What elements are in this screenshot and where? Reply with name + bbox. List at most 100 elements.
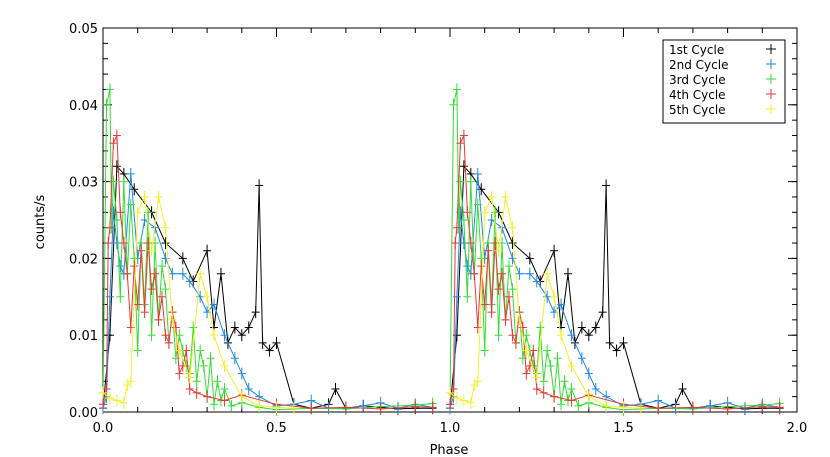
- data-point: [591, 321, 600, 334]
- data-point: [557, 329, 566, 342]
- data-point: [546, 359, 555, 372]
- data-point: [557, 398, 566, 411]
- data-point: [244, 321, 253, 334]
- data-point: [258, 336, 267, 349]
- x-tick-label: 0.5: [266, 421, 287, 436]
- data-point: [151, 267, 160, 280]
- data-point: [116, 290, 125, 303]
- data-point: [192, 375, 201, 388]
- data-point: [178, 267, 187, 280]
- series-5: [99, 190, 645, 415]
- series-1: [99, 160, 784, 415]
- data-point: [185, 382, 194, 395]
- series-line: [102, 135, 433, 410]
- data-point: [192, 386, 201, 399]
- data-point: [612, 344, 621, 357]
- series-line: [449, 173, 780, 410]
- x-tick-label: 1.5: [613, 421, 634, 436]
- data-point: [175, 367, 184, 380]
- data-point: [494, 283, 503, 296]
- data-point: [525, 267, 534, 280]
- x-axis-label: Phase: [430, 443, 469, 457]
- data-point: [706, 399, 715, 412]
- data-point: [196, 344, 205, 357]
- data-point: [577, 352, 586, 365]
- series-2: [99, 167, 784, 415]
- data-point: [466, 396, 475, 409]
- data-point: [154, 313, 163, 326]
- data-point: [508, 221, 517, 234]
- data-point: [203, 244, 212, 257]
- data-point: [602, 399, 611, 412]
- series-line: [102, 89, 433, 411]
- series-4: [99, 129, 784, 415]
- data-point: [105, 392, 114, 405]
- data-point: [112, 160, 121, 173]
- data-point: [154, 190, 163, 203]
- data-point: [536, 321, 545, 334]
- data-point: [563, 267, 572, 280]
- series-line: [102, 195, 294, 409]
- data-point: [567, 382, 576, 395]
- data-point: [543, 267, 552, 280]
- data-point: [230, 321, 239, 334]
- series-line: [449, 195, 641, 409]
- data-point: [265, 344, 274, 357]
- data-point: [133, 344, 142, 357]
- data-point: [206, 352, 215, 365]
- data-point: [147, 283, 156, 296]
- data-point: [216, 267, 225, 280]
- data-point: [189, 321, 198, 334]
- data-point: [161, 237, 170, 250]
- data-point: [463, 290, 472, 303]
- data-point: [452, 83, 461, 96]
- data-point: [723, 402, 732, 415]
- data-point: [508, 237, 517, 250]
- data-point: [584, 329, 593, 342]
- y-tick-label: 0.01: [69, 329, 98, 344]
- data-point: [272, 336, 281, 349]
- data-point: [210, 329, 219, 342]
- data-point: [203, 390, 212, 403]
- y-tick-label: 0.04: [69, 99, 98, 114]
- data-point: [244, 382, 253, 395]
- data-point: [359, 399, 368, 412]
- data-point: [237, 367, 246, 380]
- data-point: [102, 98, 111, 111]
- data-point: [508, 283, 517, 296]
- series-3: [99, 83, 784, 416]
- y-tick-label: 0.00: [69, 406, 98, 421]
- data-point: [577, 321, 586, 334]
- y-axis-label: counts/s: [33, 194, 48, 249]
- data-point: [449, 98, 458, 111]
- legend-label: 2nd Cycle: [669, 58, 728, 72]
- data-point: [459, 129, 468, 142]
- x-tick-label: 0.0: [93, 421, 114, 436]
- data-point: [605, 336, 614, 349]
- series-line: [449, 89, 780, 411]
- data-point: [220, 382, 229, 395]
- data-point: [498, 267, 507, 280]
- phase-chart: 0.0 0.5 1.0 1.5 2.00.000.010.020.030.040.05 …: [33, 22, 807, 457]
- data-point: [411, 400, 420, 413]
- data-point: [157, 290, 166, 303]
- data-point: [553, 352, 562, 365]
- data-point: [199, 359, 208, 372]
- data-point: [480, 298, 489, 311]
- data-point: [550, 290, 559, 303]
- data-point: [480, 206, 489, 219]
- data-point: [178, 252, 187, 265]
- y-tick-label: 0.03: [69, 176, 98, 191]
- data-point: [164, 336, 173, 349]
- data-point: [196, 267, 205, 280]
- data-point: [619, 336, 628, 349]
- data-point: [480, 344, 489, 357]
- data-point: [144, 206, 153, 219]
- data-point: [539, 375, 548, 388]
- series-line: [102, 173, 433, 410]
- data-point: [758, 400, 767, 413]
- data-point: [487, 306, 496, 319]
- data-point: [227, 399, 236, 412]
- data-point: [147, 329, 156, 342]
- data-point: [157, 260, 166, 273]
